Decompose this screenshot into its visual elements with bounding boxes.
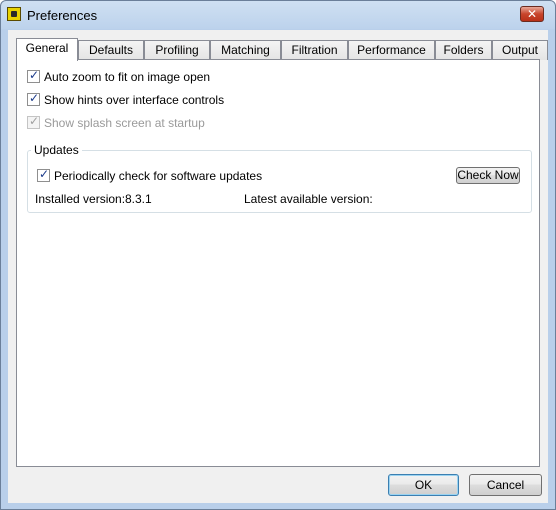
tab-output[interactable]: Output	[492, 40, 548, 60]
latest-version-label: Latest available version:	[244, 192, 373, 206]
auto-zoom-label[interactable]: Auto zoom to fit on image open	[44, 70, 210, 84]
installed-version-label: Installed version:	[35, 192, 126, 206]
tab-general[interactable]: General	[16, 38, 78, 61]
updates-group-label: Updates	[31, 143, 82, 157]
tab-filtration[interactable]: Filtration	[281, 40, 348, 60]
preferences-window: Preferences ✕ General Defaults Profiling…	[0, 0, 556, 510]
periodic-update-label[interactable]: Periodically check for software updates	[54, 169, 262, 183]
ok-button[interactable]: OK	[388, 474, 459, 496]
show-hints-label[interactable]: Show hints over interface controls	[44, 93, 224, 107]
splash-screen-checkbox[interactable]	[27, 114, 40, 129]
installed-version-value: 8.3.1	[125, 192, 152, 206]
title-bar[interactable]: Preferences ✕	[1, 1, 555, 29]
general-tab-panel: Auto zoom to fit on image open Show hint…	[16, 59, 540, 467]
close-button[interactable]: ✕	[520, 6, 544, 22]
window-title: Preferences	[27, 8, 98, 23]
tab-folders[interactable]: Folders	[435, 40, 492, 60]
dialog-client-area: General Defaults Profiling Matching Filt…	[8, 30, 548, 503]
cancel-button[interactable]: Cancel	[469, 474, 542, 496]
tab-defaults[interactable]: Defaults	[78, 40, 144, 60]
app-icon	[7, 7, 21, 21]
tab-profiling[interactable]: Profiling	[144, 40, 210, 60]
check-now-button[interactable]: Check Now	[456, 167, 520, 184]
tab-matching[interactable]: Matching	[210, 40, 281, 60]
tab-performance[interactable]: Performance	[348, 40, 435, 60]
auto-zoom-checkbox[interactable]	[27, 68, 40, 83]
periodic-update-checkbox[interactable]	[37, 167, 50, 182]
show-hints-checkbox[interactable]	[27, 91, 40, 106]
splash-screen-label: Show splash screen at startup	[44, 116, 205, 130]
